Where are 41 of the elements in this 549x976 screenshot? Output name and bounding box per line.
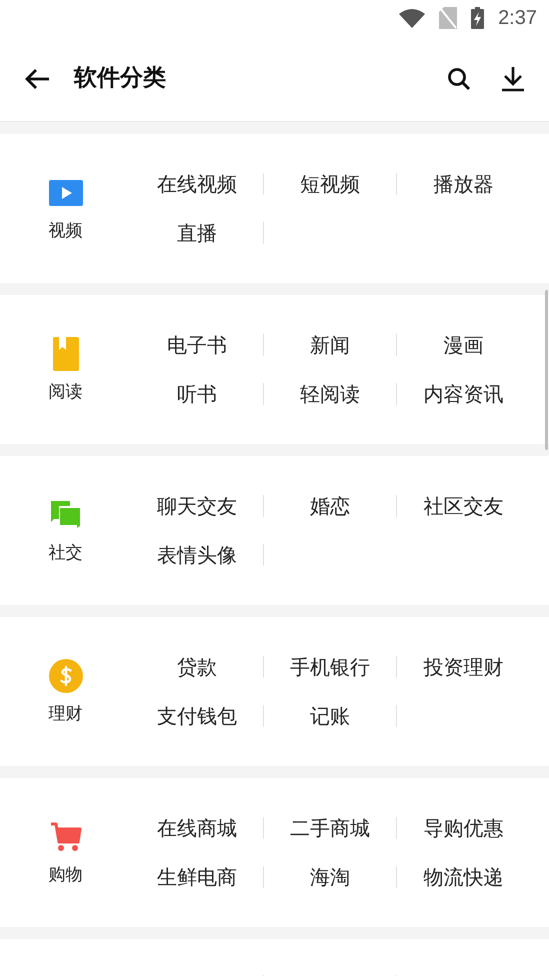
page-title: 软件分类 [74, 64, 166, 94]
subcategory-link[interactable]: 听书 [131, 379, 263, 409]
subcategory-link[interactable]: 直播 [131, 218, 263, 248]
bookmark-book-icon [52, 336, 78, 371]
subcategory-link[interactable]: 新闻 [264, 330, 396, 360]
subcategory-link[interactable]: 生鲜电商 [131, 862, 263, 892]
battery-charging-icon [471, 7, 484, 29]
shopping-cart-icon [50, 820, 82, 853]
chat-bubbles-icon [50, 500, 82, 530]
subcategory-link[interactable]: 在线视频 [131, 169, 263, 199]
dollar-coin-icon [48, 658, 82, 693]
category-label: 阅读 [48, 380, 82, 404]
subcategory-link[interactable]: 投资理财 [397, 652, 530, 682]
subcategory-link[interactable]: 婚恋 [264, 491, 396, 521]
status-time: 2:37 [498, 6, 537, 31]
subcategory-link[interactable]: 轻阅读 [264, 379, 396, 409]
subcategory-link[interactable]: 电子书 [131, 330, 263, 360]
subcategory-link[interactable]: 海淘 [264, 862, 396, 892]
subcategory-link[interactable]: 二手商城 [264, 813, 396, 843]
subcategory-link[interactable]: 支付钱包 [131, 701, 263, 731]
subcategory-link[interactable]: 聊天交友 [131, 491, 263, 521]
download-button[interactable] [499, 64, 527, 92]
subcategory-link[interactable]: 播放器 [397, 169, 530, 199]
play-icon [48, 180, 82, 206]
subcategory-link[interactable]: 贷款 [131, 652, 263, 682]
subcategory-link[interactable]: 表情头像 [131, 540, 263, 570]
subcategory-link[interactable]: 手机银行 [264, 652, 396, 682]
category-label: 社交 [48, 542, 82, 565]
subcategory-link[interactable]: 漫画 [397, 330, 530, 360]
subcategory-link[interactable]: 内容资讯 [397, 379, 530, 409]
subcategory-link[interactable]: 社区交友 [397, 491, 530, 521]
subcategory-link[interactable]: 在线商城 [131, 813, 263, 843]
wifi-icon [399, 8, 426, 28]
subcategory-link[interactable]: 记账 [264, 701, 396, 731]
subcategory-link[interactable]: 物流快递 [397, 862, 530, 892]
category-label: 购物 [48, 864, 82, 887]
subcategory-link[interactable]: 短视频 [264, 169, 396, 199]
category-label: 理财 [48, 702, 82, 726]
subcategory-link[interactable]: 导购优惠 [397, 813, 530, 843]
category-label: 视频 [48, 220, 82, 243]
no-sim-icon [439, 7, 458, 29]
